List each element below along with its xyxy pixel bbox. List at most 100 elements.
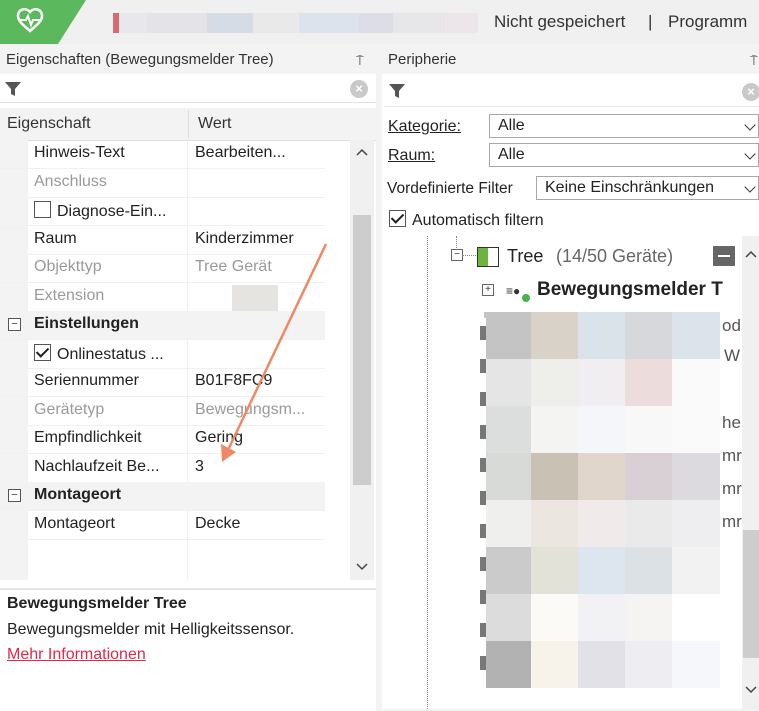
kategorie-value: Alle	[498, 117, 525, 134]
empty-row	[0, 539, 325, 580]
raum-dropdown[interactable]: Alle	[489, 143, 759, 167]
motion-sensor-icon: ≡●	[506, 284, 521, 298]
raum-value: Alle	[498, 146, 525, 163]
peripherie-panel-title: Peripherie	[388, 51, 457, 68]
clear-filter-icon[interactable]: ×	[742, 83, 759, 101]
onlinestatus-checkbox[interactable]	[34, 343, 51, 361]
blurred-value	[232, 284, 278, 311]
blurred-title-text	[113, 13, 478, 33]
property-row-diagnose[interactable]: Diagnose-Ein...	[0, 197, 325, 226]
property-label: Hinweis-Text	[34, 144, 125, 161]
property-value[interactable]: Gering	[195, 429, 323, 447]
chevron-down-icon	[744, 148, 756, 160]
property-value[interactable]: Decke	[195, 515, 323, 533]
property-label: Diagnose-Ein...	[57, 203, 167, 220]
property-label: Extension	[34, 286, 105, 304]
description-title: Bewegungsmelder Tree	[7, 595, 187, 612]
property-label: Objekttyp	[34, 258, 102, 275]
tree-node-count: (14/50 Geräte)	[556, 246, 674, 266]
chevron-down-icon	[744, 119, 756, 131]
selected-device-label[interactable]: Bewegungsmelder T	[537, 279, 742, 301]
property-label: Anschluss	[34, 172, 107, 190]
property-row-onlinestatus[interactable]: Onlinestatus ...	[0, 339, 325, 369]
peripherie-filter-bar[interactable]	[384, 78, 759, 107]
collapse-icon[interactable]: −	[8, 318, 21, 331]
property-row-hinweis-text[interactable]: Hinweis-Text Bearbeiten...	[0, 140, 325, 169]
column-header-value[interactable]: Wert	[198, 115, 231, 133]
column-header-property[interactable]: Eigenschaft	[7, 115, 91, 133]
filter-value: Keine Einschränkungen	[545, 179, 715, 196]
scroll-up-icon[interactable]	[356, 148, 368, 156]
auto-filter-label: Automatisch filtern	[412, 212, 544, 229]
property-row-objekttyp[interactable]: Objekttyp Tree Gerät	[0, 254, 325, 283]
kategorie-dropdown[interactable]: Alle	[489, 114, 759, 138]
column-divider[interactable]	[188, 110, 189, 138]
kategorie-label: Kategorie:	[388, 118, 461, 135]
property-value[interactable]: B01F8FC9	[195, 372, 323, 390]
properties-grid: Hinweis-Text Bearbeiten... Anschluss Dia…	[0, 140, 350, 580]
description-text: Bewegungsmelder mit Helligkeitssensor.	[7, 621, 295, 638]
property-label: Gerätetyp	[34, 400, 105, 418]
property-row-seriennummer[interactable]: Seriennummer B01F8FC9	[0, 368, 325, 397]
filter-funnel-icon[interactable]	[4, 80, 22, 98]
category-row-montageort[interactable]: − Montageort	[0, 482, 325, 511]
property-row-empfindlichkeit[interactable]: Empfindlichkeit Gering	[0, 425, 325, 454]
save-status-text: Nicht gespeichert	[494, 12, 626, 31]
clear-filter-icon[interactable]: ×	[350, 80, 368, 98]
tree-item-partial[interactable]: mr	[722, 446, 742, 466]
tree-item-partial[interactable]: od	[722, 316, 741, 336]
property-label: Raum	[34, 229, 77, 247]
tree-item-partial[interactable]: W	[724, 346, 740, 366]
properties-filter-bar[interactable]	[0, 76, 376, 103]
tree-item-markers	[480, 318, 486, 688]
property-row-extension[interactable]: Extension	[0, 282, 325, 312]
scroll-down-icon[interactable]	[356, 563, 368, 571]
property-label: Montageort	[34, 514, 115, 532]
pin-icon[interactable]: ⍑	[356, 53, 364, 69]
tree-item-partial[interactable]: mr	[722, 479, 742, 499]
pin-icon[interactable]: ⍑	[750, 53, 758, 69]
properties-scrollbar-thumb[interactable]	[353, 215, 371, 485]
online-status-icon	[522, 294, 530, 302]
property-value[interactable]: 3	[195, 458, 323, 476]
properties-panel-title: Eigenschaften (Bewegungsmelder Tree)	[6, 51, 274, 68]
filter-funnel-icon[interactable]	[388, 82, 406, 100]
vordefinierte-filter-label: Vordefinierte Filter	[387, 180, 513, 197]
app-logo-heart-icon	[0, 0, 86, 44]
property-label: Onlinestatus ...	[57, 345, 164, 363]
tree-node-label[interactable]: Tree	[507, 246, 543, 267]
chevron-down-icon	[744, 181, 756, 193]
property-value: Tree Gerät	[195, 258, 272, 275]
property-label: Seriennummer	[34, 372, 139, 389]
auto-filter-checkbox-row[interactable]: Automatisch filtern	[389, 210, 544, 230]
peripherie-scrollbar-thumb[interactable]	[743, 530, 759, 658]
property-row-geraetetyp[interactable]: Gerätetyp Bewegungsm...	[0, 396, 325, 426]
vordefinierte-filter-dropdown[interactable]: Keine Einschränkungen	[536, 176, 759, 200]
tree-item-partial[interactable]: he	[722, 413, 741, 433]
more-info-link[interactable]: Mehr Informationen	[7, 646, 146, 664]
collapse-group-button[interactable]	[713, 246, 735, 266]
expand-icon[interactable]: +	[482, 284, 494, 296]
property-row-raum[interactable]: Raum Kinderzimmer	[0, 225, 325, 255]
category-row-einstellungen[interactable]: − Einstellungen	[0, 311, 325, 340]
raum-label: Raum:	[388, 147, 436, 164]
property-value[interactable]: Bearbeiten...	[195, 144, 323, 162]
auto-filter-checkbox[interactable]	[389, 210, 406, 227]
tree-device-icon	[477, 247, 499, 267]
diagnose-checkbox[interactable]	[34, 201, 51, 218]
property-value: Bewegungsm...	[195, 400, 306, 418]
tree-item-partial[interactable]: mr	[722, 512, 742, 532]
property-label: Empfindlichkeit	[34, 429, 142, 446]
blurred-device-list	[484, 312, 720, 690]
collapse-icon[interactable]: −	[8, 489, 21, 502]
property-row-anschluss[interactable]: Anschluss	[0, 168, 325, 198]
scroll-down-icon[interactable]	[745, 686, 757, 694]
property-row-montageort[interactable]: Montageort Decke	[0, 510, 325, 540]
category-label: Einstellungen	[34, 315, 139, 332]
title-separator: |	[648, 12, 653, 31]
property-row-nachlaufzeit[interactable]: Nachlaufzeit Be... 3	[0, 453, 325, 483]
property-label: Nachlaufzeit Be...	[34, 457, 160, 475]
property-value[interactable]: Kinderzimmer	[195, 230, 323, 248]
scroll-up-icon[interactable]	[745, 250, 757, 258]
program-menu[interactable]: Programm	[668, 12, 747, 32]
